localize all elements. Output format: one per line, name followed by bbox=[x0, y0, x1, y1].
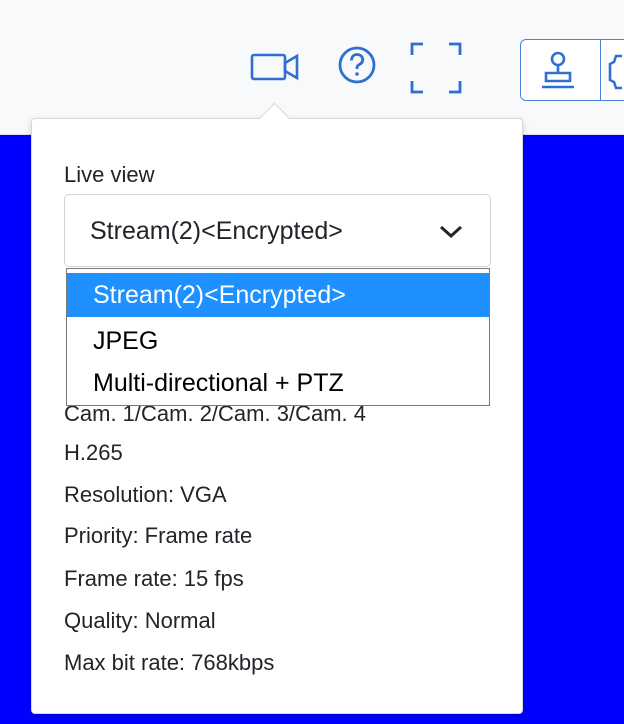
gear-icon[interactable] bbox=[608, 52, 624, 92]
stream-info-priority: Priority: Frame rate bbox=[64, 523, 253, 548]
stream-info-codec: H.265 bbox=[64, 440, 123, 465]
fullscreen-icon[interactable] bbox=[409, 41, 463, 95]
stream-info-resolution: Resolution: VGA bbox=[64, 482, 227, 507]
help-icon[interactable] bbox=[336, 44, 378, 86]
live-view-select[interactable]: Stream(2)<Encrypted> bbox=[64, 194, 491, 267]
stream-info-quality: Quality: Normal bbox=[64, 608, 216, 633]
option-multi-directional-ptz[interactable]: Multi-directional + PTZ bbox=[67, 361, 489, 405]
chevron-down-icon[interactable] bbox=[437, 223, 465, 241]
stream-info-frame-rate: Frame rate: 15 fps bbox=[64, 566, 244, 591]
option-stream-2-encrypted[interactable]: Stream(2)<Encrypted> bbox=[67, 273, 489, 317]
button-divider bbox=[600, 40, 601, 100]
camera-icon[interactable] bbox=[250, 50, 302, 84]
stream-info-max-bit-rate: Max bit rate: 768kbps bbox=[64, 650, 275, 675]
live-view-label: Live view bbox=[64, 162, 155, 187]
live-view-options-list: Stream(2)<Encrypted> JPEG Multi-directio… bbox=[66, 268, 490, 406]
stamp-icon[interactable] bbox=[536, 49, 580, 93]
live-view-select-value: Stream(2)<Encrypted> bbox=[90, 217, 343, 245]
option-jpeg[interactable]: JPEG bbox=[67, 319, 489, 363]
